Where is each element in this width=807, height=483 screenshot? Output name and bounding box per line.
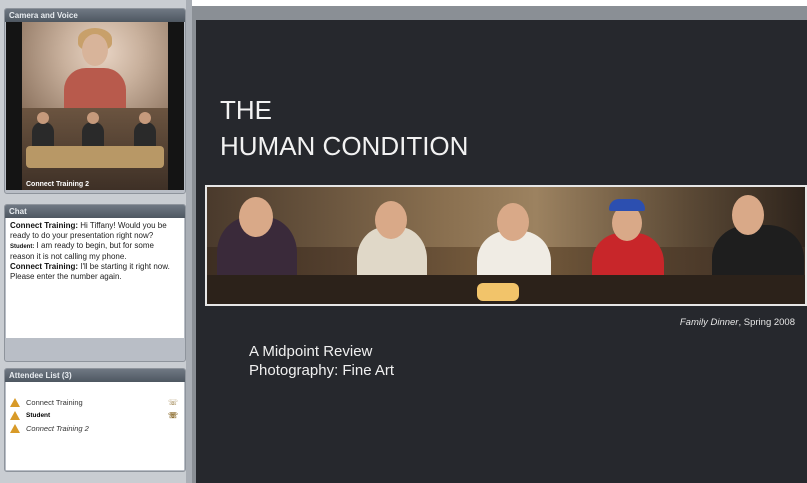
slide-title: THE HUMAN CONDITION [220,92,468,164]
chat-message: Connect Training: Hi Tiffany! Would you … [10,221,180,241]
attendee-row[interactable]: Connect Training ☏ [6,396,184,409]
presenter-face [82,34,108,66]
slide-subtitle: A Midpoint Review Photography: Fine Art [249,342,394,380]
attendee-name: Student [26,412,51,419]
photo-caption: Family Dinner, Spring 2008 [680,317,795,328]
slide-subtitle-line: Photography: Fine Art [249,362,395,379]
slide-title-line: HUMAN CONDITION [220,131,469,161]
presenter-video [22,22,168,108]
phone-icon: ☏ [168,411,179,420]
attendee-pod-header[interactable]: Attendee List (3) [5,369,185,382]
family-dinner-photo [205,185,807,306]
photo-candle [477,283,519,301]
chat-message: Connect Training: I'll be starting it ri… [10,262,180,282]
slide-subtitle-line: A Midpoint Review [249,343,373,360]
user-icon [10,411,20,420]
camera-caption: Connect Training 2 [26,181,90,188]
camera-pod-header[interactable]: Camera and Voice [5,9,185,22]
room-table [26,146,164,168]
room-video: Connect Training 2 [22,108,168,190]
photo-face [239,197,273,237]
chat-message-log[interactable]: Connect Training: Hi Tiffany! Would you … [6,218,184,338]
camera-voice-pod: Camera and Voice Connect Training 2 [4,8,186,194]
room-attendee-head [87,112,99,124]
attendee-name: Connect Training [26,398,83,407]
photo-face [497,203,529,241]
presenter-body [64,68,126,108]
slide-title-line: THE [220,95,272,125]
room-attendee-head [37,112,49,124]
photo-caption-title: Family Dinner [679,317,739,328]
share-pod: THE HUMAN CONDITION Family Dinner, Sprin… [192,6,807,483]
chat-sender: Connect Training: [10,262,78,271]
chat-pod-header[interactable]: Chat [5,205,185,218]
photo-caption-date: , Spring 2008 [738,317,795,328]
chat-sender: Connect Training: [10,221,78,230]
photo-face [732,195,764,235]
chat-pod: Chat Connect Training: Hi Tiffany! Would… [4,204,186,362]
photo-cap [609,199,645,211]
attendee-row[interactable]: Student ☏ [6,409,184,422]
attendee-list: Connect Training ☏ Student ☏ Connect Tra… [6,382,184,470]
presentation-slide: THE HUMAN CONDITION Family Dinner, Sprin… [196,20,807,483]
host-user-icon [10,398,20,407]
attendee-list-pod: Attendee List (3) Connect Training ☏ Stu… [4,368,186,472]
camera-video-area[interactable]: Connect Training 2 [6,22,184,190]
chat-message: Student: I am ready to begin, but for so… [10,241,180,262]
room-attendee-head [139,112,151,124]
chat-input-bar[interactable] [6,338,184,360]
photo-face [375,201,407,239]
user-icon [10,424,20,433]
attendee-row[interactable]: Connect Training 2 [6,422,184,435]
attendee-name: Connect Training 2 [26,424,89,433]
chat-sender: Student: [10,244,35,250]
phone-icon: ☏ [168,398,179,407]
